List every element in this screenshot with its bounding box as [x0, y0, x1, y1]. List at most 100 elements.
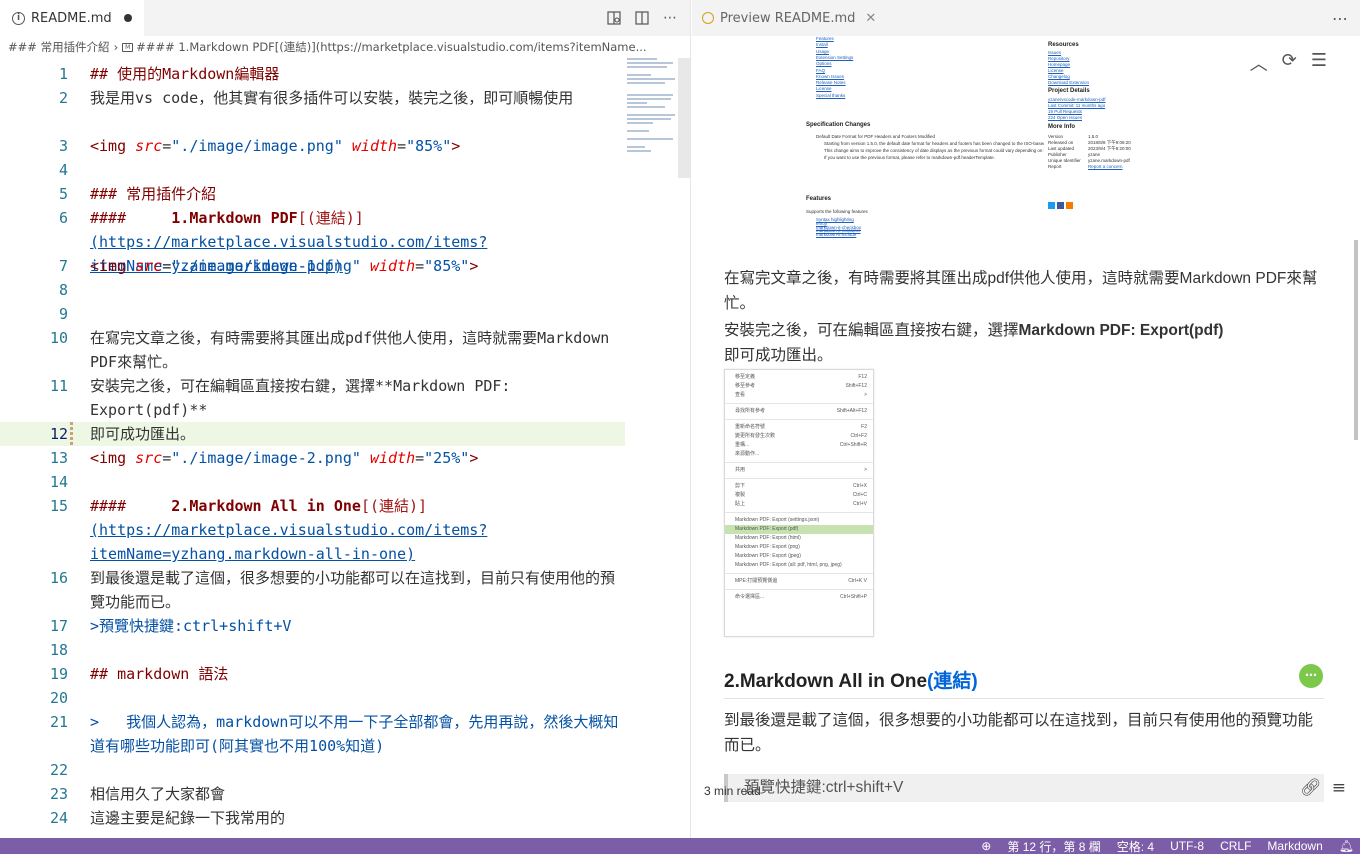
code-line[interactable]: 6 #### 1.Markdown PDF[(連結)](https://marke…: [0, 206, 625, 275]
code-line[interactable]: 20: [0, 686, 625, 710]
preview-tab-bar: Preview README.md ✕ ⋯: [692, 0, 1360, 36]
code-line[interactable]: 18: [0, 638, 625, 662]
editor-scroll-thumb[interactable]: [678, 58, 690, 178]
code-line[interactable]: 19 ## markdown 語法: [0, 662, 625, 686]
menu-item-shortcut: Ctrl+Shift+P: [840, 594, 867, 600]
line-number: 2: [58, 89, 68, 107]
tab-readme[interactable]: i README.md: [0, 0, 144, 36]
html-attr-value: "85%": [424, 257, 470, 275]
line-number: 6: [58, 209, 68, 227]
nav-link[interactable]: Release Notes: [816, 80, 846, 86]
preview-paragraph: 即可成功匯出。: [724, 347, 833, 364]
code-line[interactable]: 8: [0, 278, 625, 302]
section-title: Features: [806, 196, 832, 202]
code-line[interactable]: 4: [0, 158, 625, 182]
language-mode[interactable]: Markdown: [1267, 839, 1322, 853]
split-editor-icon[interactable]: [634, 10, 650, 26]
code-line[interactable]: 1 ## 使用的Markdown編輯器: [0, 62, 625, 86]
minimap-line: [627, 114, 675, 116]
rss-icon[interactable]: [1066, 202, 1073, 209]
breadcrumb-item[interactable]: #### 1.Markdown PDF[(連結)](https://market…: [136, 39, 646, 55]
nav-link[interactable]: Special thanks: [816, 93, 845, 99]
close-icon[interactable]: ✕: [865, 11, 876, 26]
heading-link[interactable]: (連結): [927, 671, 978, 692]
resource-link[interactable]: Download Extension: [1048, 80, 1089, 86]
code-line[interactable]: 2 我是用vs code，他其實有很多插件可以安裝，裝完之後，即可順暢使用: [0, 86, 625, 134]
cursor-position[interactable]: 第 12 行，第 8 欄: [1007, 838, 1100, 854]
code-line[interactable]: 7 <img src="./image/image-1.png" width="8…: [0, 254, 625, 278]
more-actions-icon[interactable]: ⋯: [662, 10, 678, 26]
markdown-heading-marker: ##: [90, 665, 118, 683]
nav-link[interactable]: Install: [816, 42, 828, 48]
minimap-line: [627, 66, 667, 68]
spec-item: Starting from version 1.5.0, the default…: [824, 141, 1044, 146]
preview-scroll-thumb[interactable]: [1354, 240, 1358, 440]
twitter-icon[interactable]: [1048, 202, 1055, 209]
code-line[interactable]: 17 >預覽快捷鍵:ctrl+shift+V: [0, 614, 625, 638]
code-line[interactable]: 3 <img src="./image/image.png" width="85%…: [0, 134, 625, 158]
code-line[interactable]: 24 這邊主要是紀錄一下我常用的: [0, 806, 625, 830]
minimap[interactable]: [627, 58, 679, 188]
menu-item-label: 變更所有發生次數: [735, 433, 776, 439]
nav-link[interactable]: Options: [816, 61, 832, 67]
code-line[interactable]: 16 到最後還是載了這個，很多想要的小功能都可以在這找到，目前只有使用他的預覽功能…: [0, 566, 625, 614]
editor-tab-bar: i README.md ⋯: [0, 0, 690, 36]
code-line[interactable]: 21 > 我個人認為，markdown可以不用一下子全部都會，先用再說，然後大概知…: [0, 710, 625, 758]
menu-item-label: 共用: [735, 467, 746, 473]
extension-badge-icon[interactable]: ⋯: [1299, 664, 1323, 688]
project-link[interactable]: 224 Open Issues: [1048, 115, 1082, 121]
code-line[interactable]: 22: [0, 758, 625, 782]
menu-separator: [725, 589, 873, 590]
menu-icon[interactable]: ≡: [1332, 778, 1346, 798]
open-preview-icon[interactable]: [606, 10, 622, 26]
code-line[interactable]: 15 #### 2.Markdown All in One[(連結)] (https…: [0, 494, 625, 566]
code-line[interactable]: 10 在寫完文章之後，有時需要將其匯出成pdf供他人使用，這時就需要Markdow…: [0, 326, 625, 374]
refresh-icon[interactable]: ⟳: [1282, 50, 1297, 76]
nav-link[interactable]: Extension Settings: [816, 55, 853, 61]
code-line[interactable]: 5 ### 常用插件介紹: [0, 182, 625, 206]
encoding[interactable]: UTF-8: [1170, 839, 1204, 853]
chevron-up-icon[interactable]: ︿: [1250, 50, 1268, 76]
feature-link[interactable]: markdown-it-include: [816, 232, 856, 238]
nav-link[interactable]: Features: [816, 36, 834, 42]
code-line[interactable]: 9: [0, 302, 625, 326]
code-line[interactable]: 13 <img src="./image/image-2.png" width="…: [0, 446, 625, 470]
menu-item-shortcut: Ctrl+K V: [848, 578, 867, 584]
nav-link[interactable]: Known Issues: [816, 74, 844, 80]
context-menu-item: 查看 >: [725, 391, 873, 400]
code-editor[interactable]: 1 ## 使用的Markdown編輯器 2 我是用vs code，他其實有很多插件可以…: [0, 62, 625, 830]
facebook-icon[interactable]: [1057, 202, 1064, 209]
context-menu-item: Markdown PDF: Export (all: pdf, html, pn…: [725, 561, 873, 570]
notifications-icon[interactable]: 🔔︎: [1339, 839, 1354, 853]
code-line[interactable]: 23 相信用久了大家都會: [0, 782, 625, 806]
nav-link[interactable]: Usage: [816, 49, 829, 55]
indentation[interactable]: 空格: 4: [1117, 838, 1154, 854]
context-menu-item: 複製 Ctrl+C: [725, 491, 873, 500]
html-tag: <img: [90, 449, 127, 467]
context-menu-item: Markdown PDF: Export (pdf): [725, 525, 873, 534]
nav-link[interactable]: License: [816, 86, 832, 92]
menu-item-label: Markdown PDF: Export (html): [735, 535, 801, 541]
code-line[interactable]: 14: [0, 470, 625, 494]
line-number: 4: [58, 161, 68, 179]
more-actions-icon[interactable]: ⋯: [1332, 9, 1360, 28]
zoom-icon[interactable]: ⊕: [981, 839, 991, 853]
tab-preview-readme[interactable]: Preview README.md ✕: [692, 0, 887, 36]
breadcrumb-item[interactable]: ### 常用插件介紹: [8, 39, 110, 55]
text: 即可成功匯出。: [90, 425, 196, 443]
code-line[interactable]: 12 即可成功匯出。: [0, 422, 625, 446]
nav-link[interactable]: FAQ: [816, 68, 825, 74]
info-value[interactable]: Report a concern: [1088, 164, 1123, 170]
spec-item: Default Date Format for PDF Headers and …: [816, 134, 936, 139]
code-line[interactable]: 11 安裝完之後，可在編輯區直接按右鍵，選擇**Markdown PDF: Exp…: [0, 374, 625, 422]
line-content: 這邊主要是紀錄一下我常用的: [90, 806, 625, 830]
link-icon[interactable]: 🔗︎: [1300, 778, 1322, 798]
toc-list-icon[interactable]: ☰: [1311, 50, 1327, 76]
line-ending[interactable]: CRLF: [1220, 839, 1251, 853]
line-content: <img src="./image/image-2.png" width="25…: [90, 449, 479, 467]
text: 相信用久了大家都會: [90, 785, 226, 803]
line-number: 18: [49, 641, 68, 659]
context-menu-item: Markdown PDF: Export (html): [725, 534, 873, 543]
line-content: > 我個人認為，markdown可以不用一下子全部都會，先用再說，然後大概知道有…: [90, 710, 625, 758]
unsaved-dot-icon[interactable]: [123, 14, 132, 22]
